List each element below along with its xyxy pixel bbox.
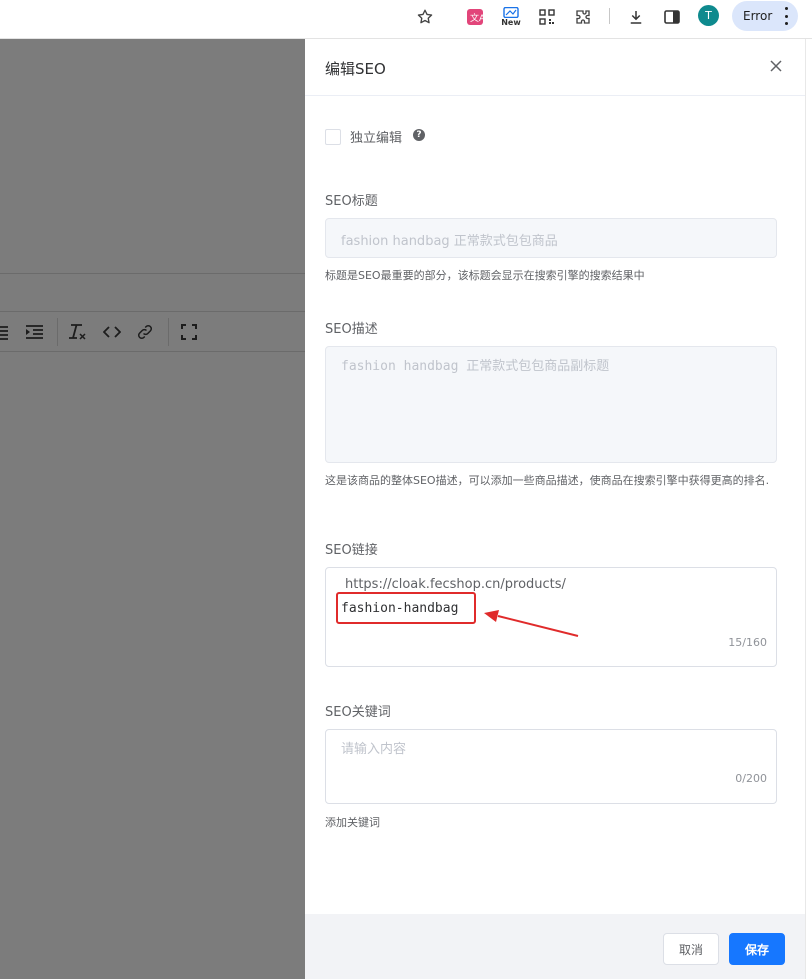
seo-description-label: SEO描述 bbox=[325, 322, 378, 337]
seo-title-value: fashion handbag 正常款式包包商品 bbox=[341, 234, 558, 249]
qr-code-icon[interactable] bbox=[536, 4, 558, 30]
drawer-footer: 取消 保存 bbox=[305, 914, 805, 979]
window-edge bbox=[805, 39, 812, 979]
background-toolbar-separator bbox=[168, 318, 169, 346]
seo-link-prefix: https://cloak.fecshop.cn/products/ bbox=[345, 577, 566, 592]
link-icon[interactable] bbox=[135, 320, 155, 344]
fullscreen-icon[interactable] bbox=[179, 320, 199, 344]
background-toolbar-separator bbox=[57, 318, 58, 346]
new-badge-label: New bbox=[501, 18, 521, 27]
seo-title-label: SEO标题 bbox=[325, 194, 378, 209]
profile-avatar[interactable]: T bbox=[698, 5, 719, 26]
seo-keywords-textarea[interactable]: 请输入内容 0/200 bbox=[325, 729, 777, 804]
standalone-edit-checkbox[interactable] bbox=[325, 129, 341, 145]
side-panel-icon[interactable] bbox=[661, 4, 683, 30]
seo-title-input[interactable]: fashion handbag 正常款式包包商品 bbox=[325, 218, 777, 258]
close-icon[interactable] bbox=[767, 57, 785, 75]
seo-link-label: SEO链接 bbox=[325, 543, 378, 558]
browser-toolbar: 文A New T Error bbox=[0, 0, 812, 39]
annotation-highlight-box bbox=[336, 592, 476, 624]
error-chip[interactable]: Error bbox=[732, 1, 798, 31]
background-divider bbox=[0, 351, 305, 352]
standalone-edit-label[interactable]: 独立编辑 bbox=[350, 127, 402, 146]
background-divider bbox=[0, 273, 305, 274]
drawer-header: 编辑SEO bbox=[305, 39, 805, 96]
indent-icon[interactable] bbox=[25, 320, 45, 344]
clear-format-icon[interactable] bbox=[68, 320, 88, 344]
annotation-arrow bbox=[484, 610, 579, 637]
seo-title-tip: 标题是SEO最重要的部分，该标题会显示在搜索引擎的搜索结果中 bbox=[325, 269, 645, 282]
cancel-button[interactable]: 取消 bbox=[663, 933, 719, 965]
align-justify-icon[interactable] bbox=[0, 320, 10, 344]
code-icon[interactable] bbox=[102, 320, 122, 344]
kebab-menu-icon[interactable] bbox=[784, 7, 788, 25]
seo-keywords-label: SEO关键词 bbox=[325, 705, 391, 720]
svg-text:文A: 文A bbox=[470, 12, 484, 24]
extensions-icon[interactable] bbox=[572, 4, 594, 30]
star-icon[interactable] bbox=[414, 4, 436, 30]
new-badge-icon[interactable]: New bbox=[497, 4, 525, 30]
seo-keywords-placeholder: 请输入内容 bbox=[341, 742, 407, 757]
seo-keywords-char-count: 0/200 bbox=[735, 772, 767, 785]
download-icon[interactable] bbox=[625, 4, 647, 30]
toolbar-separator bbox=[609, 8, 610, 24]
error-chip-label: Error bbox=[743, 9, 773, 23]
seo-link-char-count: 15/160 bbox=[728, 636, 767, 649]
seo-description-value: fashion handbag 正常款式包包商品副标题 bbox=[341, 359, 610, 374]
seo-keywords-tip: 添加关键词 bbox=[325, 816, 380, 829]
seo-description-textarea[interactable]: fashion handbag 正常款式包包商品副标题 bbox=[325, 346, 777, 463]
background-divider bbox=[0, 311, 305, 312]
seo-description-tip: 这是该商品的整体SEO描述，可以添加一些商品描述，使商品在搜索引擎中获得更高的排… bbox=[325, 474, 770, 487]
drawer-title: 编辑SEO bbox=[325, 60, 386, 78]
modal-overlay[interactable] bbox=[0, 39, 305, 979]
translate-icon[interactable]: 文A bbox=[464, 4, 486, 30]
seo-drawer: 编辑SEO 独立编辑 ? SEO标题 fashion handbag 正常款式包… bbox=[305, 39, 805, 979]
save-button[interactable]: 保存 bbox=[729, 933, 785, 965]
help-icon[interactable]: ? bbox=[413, 129, 425, 141]
